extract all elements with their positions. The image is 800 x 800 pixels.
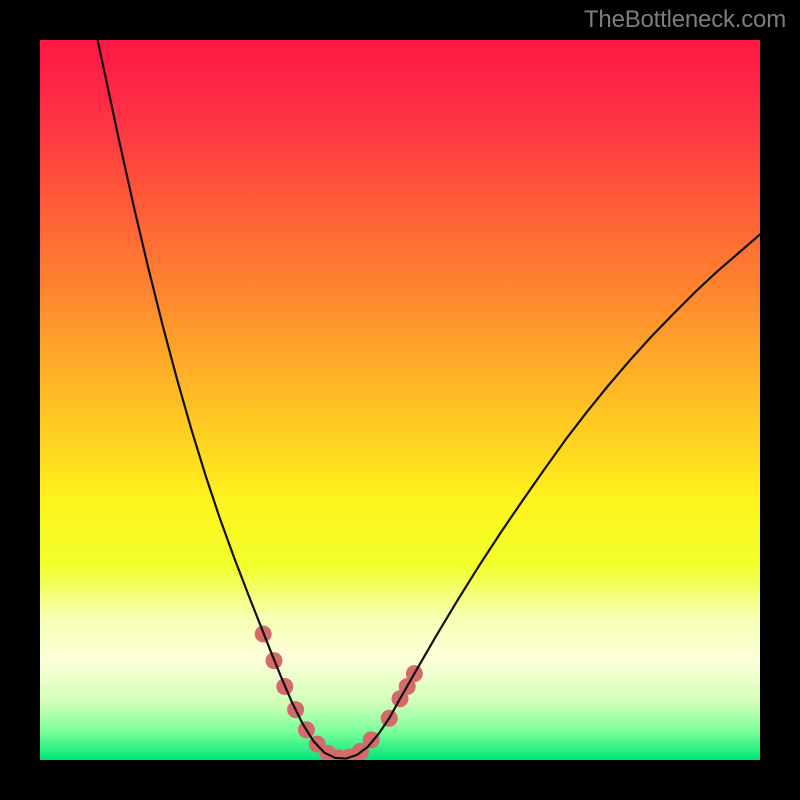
plot-svg [40, 40, 760, 760]
plot-area [40, 40, 760, 760]
chart-frame: TheBottleneck.com [0, 0, 800, 800]
gradient-background [40, 40, 760, 760]
watermark-label: TheBottleneck.com [584, 6, 786, 34]
